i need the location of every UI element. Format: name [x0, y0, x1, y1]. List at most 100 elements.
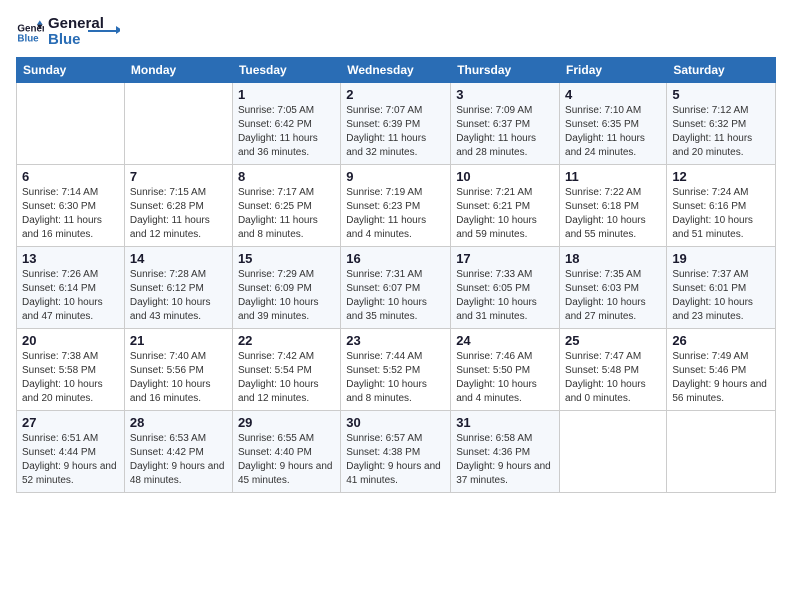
calendar-cell: 28 Sunrise: 6:53 AM Sunset: 4:42 PM Dayli…: [124, 411, 232, 493]
calendar-cell: 2 Sunrise: 7:07 AM Sunset: 6:39 PM Daylig…: [341, 83, 451, 165]
calendar-cell: 18 Sunrise: 7:35 AM Sunset: 6:03 PM Dayli…: [560, 247, 667, 329]
calendar-cell: 8 Sunrise: 7:17 AM Sunset: 6:25 PM Daylig…: [232, 165, 340, 247]
calendar-cell: [124, 83, 232, 165]
svg-text:Blue: Blue: [17, 33, 39, 44]
day-info: Sunrise: 7:40 AM Sunset: 5:56 PM Dayligh…: [130, 350, 227, 406]
day-header-saturday: Saturday: [667, 58, 776, 83]
day-info: Sunrise: 7:05 AM Sunset: 6:42 PM Dayligh…: [238, 104, 335, 160]
day-info: Sunrise: 7:17 AM Sunset: 6:25 PM Dayligh…: [238, 186, 335, 242]
calendar-cell: [17, 83, 125, 165]
calendar-cell: 13 Sunrise: 7:26 AM Sunset: 6:14 PM Dayli…: [17, 247, 125, 329]
calendar-cell: 10Sunrise: 7:21 AM Sunset: 6:21 PM Dayli…: [451, 165, 560, 247]
calendar-cell: 22Sunrise: 7:42 AM Sunset: 5:54 PM Dayli…: [232, 329, 340, 411]
day-number: 11: [565, 169, 661, 184]
calendar-cell: 9Sunrise: 7:19 AM Sunset: 6:23 PM Daylig…: [341, 165, 451, 247]
day-number: 7: [130, 169, 227, 184]
day-header-wednesday: Wednesday: [341, 58, 451, 83]
day-info: Sunrise: 7:33 AM Sunset: 6:05 PM Dayligh…: [456, 268, 554, 324]
calendar-cell: 26 Sunrise: 7:49 AM Sunset: 5:46 PM Dayli…: [667, 329, 776, 411]
day-number: 23: [346, 333, 445, 348]
day-number: 16: [346, 251, 445, 266]
calendar-cell: 25Sunrise: 7:47 AM Sunset: 5:48 PM Dayli…: [560, 329, 667, 411]
header-row: SundayMondayTuesdayWednesdayThursdayFrid…: [17, 58, 776, 83]
day-number: 26: [672, 333, 770, 348]
day-header-thursday: Thursday: [451, 58, 560, 83]
page-container: General Blue General Blue SundayMondayT: [0, 0, 792, 501]
day-info: Sunrise: 7:38 AM Sunset: 5:58 PM Dayligh…: [22, 350, 119, 406]
calendar-cell: 17 Sunrise: 7:33 AM Sunset: 6:05 PM Dayli…: [451, 247, 560, 329]
calendar-cell: 31 Sunrise: 6:58 AM Sunset: 4:36 PM Dayli…: [451, 411, 560, 493]
day-number: 28: [130, 415, 227, 430]
week-row-2: 6Sunrise: 7:14 AM Sunset: 6:30 PM Daylig…: [17, 165, 776, 247]
day-header-tuesday: Tuesday: [232, 58, 340, 83]
day-info: Sunrise: 7:07 AM Sunset: 6:39 PM Dayligh…: [346, 104, 445, 160]
calendar-cell: 11 Sunrise: 7:22 AM Sunset: 6:18 PM Dayli…: [560, 165, 667, 247]
day-number: 18: [565, 251, 661, 266]
day-number: 15: [238, 251, 335, 266]
calendar-cell: 3 Sunrise: 7:09 AM Sunset: 6:37 PM Daylig…: [451, 83, 560, 165]
day-info: Sunrise: 7:10 AM Sunset: 6:35 PM Dayligh…: [565, 104, 661, 160]
day-number: 20: [22, 333, 119, 348]
day-info: Sunrise: 7:29 AM Sunset: 6:09 PM Dayligh…: [238, 268, 335, 324]
day-info: Sunrise: 7:15 AM Sunset: 6:28 PM Dayligh…: [130, 186, 227, 242]
week-row-4: 20 Sunrise: 7:38 AM Sunset: 5:58 PM Dayli…: [17, 329, 776, 411]
calendar-cell: 15 Sunrise: 7:29 AM Sunset: 6:09 PM Dayli…: [232, 247, 340, 329]
day-number: 30: [346, 415, 445, 430]
day-info: Sunrise: 7:14 AM Sunset: 6:30 PM Dayligh…: [22, 186, 119, 242]
calendar-cell: 30 Sunrise: 6:57 AM Sunset: 4:38 PM Dayli…: [341, 411, 451, 493]
day-number: 31: [456, 415, 554, 430]
day-number: 24: [456, 333, 554, 348]
day-info: Sunrise: 7:26 AM Sunset: 6:14 PM Dayligh…: [22, 268, 119, 324]
week-row-3: 13 Sunrise: 7:26 AM Sunset: 6:14 PM Dayli…: [17, 247, 776, 329]
logo-icon: General Blue: [16, 19, 44, 47]
day-number: 19: [672, 251, 770, 266]
day-number: 13: [22, 251, 119, 266]
day-info: Sunrise: 7:24 AM Sunset: 6:16 PM Dayligh…: [672, 186, 770, 242]
calendar-cell: [667, 411, 776, 493]
day-number: 4: [565, 87, 661, 102]
day-header-sunday: Sunday: [17, 58, 125, 83]
day-info: Sunrise: 6:58 AM Sunset: 4:36 PM Dayligh…: [456, 432, 554, 488]
day-info: Sunrise: 6:53 AM Sunset: 4:42 PM Dayligh…: [130, 432, 227, 488]
day-number: 3: [456, 87, 554, 102]
calendar-cell: 4 Sunrise: 7:10 AM Sunset: 6:35 PM Daylig…: [560, 83, 667, 165]
day-info: Sunrise: 7:09 AM Sunset: 6:37 PM Dayligh…: [456, 104, 554, 160]
calendar-cell: 23Sunrise: 7:44 AM Sunset: 5:52 PM Dayli…: [341, 329, 451, 411]
day-number: 29: [238, 415, 335, 430]
day-info: Sunrise: 7:35 AM Sunset: 6:03 PM Dayligh…: [565, 268, 661, 324]
day-info: Sunrise: 7:37 AM Sunset: 6:01 PM Dayligh…: [672, 268, 770, 324]
day-info: Sunrise: 7:49 AM Sunset: 5:46 PM Dayligh…: [672, 350, 770, 406]
day-info: Sunrise: 7:28 AM Sunset: 6:12 PM Dayligh…: [130, 268, 227, 324]
day-info: Sunrise: 7:22 AM Sunset: 6:18 PM Dayligh…: [565, 186, 661, 242]
day-info: Sunrise: 6:57 AM Sunset: 4:38 PM Dayligh…: [346, 432, 445, 488]
day-info: Sunrise: 7:46 AM Sunset: 5:50 PM Dayligh…: [456, 350, 554, 406]
week-row-5: 27 Sunrise: 6:51 AM Sunset: 4:44 PM Dayli…: [17, 411, 776, 493]
day-number: 10: [456, 169, 554, 184]
day-number: 21: [130, 333, 227, 348]
day-number: 27: [22, 415, 119, 430]
day-info: Sunrise: 7:47 AM Sunset: 5:48 PM Dayligh…: [565, 350, 661, 406]
calendar-table: SundayMondayTuesdayWednesdayThursdayFrid…: [16, 57, 776, 493]
calendar-cell: 14Sunrise: 7:28 AM Sunset: 6:12 PM Dayli…: [124, 247, 232, 329]
calendar-cell: 27 Sunrise: 6:51 AM Sunset: 4:44 PM Dayli…: [17, 411, 125, 493]
day-info: Sunrise: 7:31 AM Sunset: 6:07 PM Dayligh…: [346, 268, 445, 324]
calendar-cell: 7 Sunrise: 7:15 AM Sunset: 6:28 PM Daylig…: [124, 165, 232, 247]
day-info: Sunrise: 6:55 AM Sunset: 4:40 PM Dayligh…: [238, 432, 335, 488]
calendar-cell: 5Sunrise: 7:12 AM Sunset: 6:32 PM Daylig…: [667, 83, 776, 165]
calendar-cell: 19 Sunrise: 7:37 AM Sunset: 6:01 PM Dayli…: [667, 247, 776, 329]
calendar-cell: 12Sunrise: 7:24 AM Sunset: 6:16 PM Dayli…: [667, 165, 776, 247]
day-info: Sunrise: 7:42 AM Sunset: 5:54 PM Dayligh…: [238, 350, 335, 406]
svg-text:Blue: Blue: [48, 31, 81, 48]
day-number: 2: [346, 87, 445, 102]
calendar-cell: 21 Sunrise: 7:40 AM Sunset: 5:56 PM Dayli…: [124, 329, 232, 411]
day-number: 17: [456, 251, 554, 266]
day-number: 9: [346, 169, 445, 184]
day-number: 8: [238, 169, 335, 184]
week-row-1: 1Sunrise: 7:05 AM Sunset: 6:42 PM Daylig…: [17, 83, 776, 165]
calendar-cell: 16 Sunrise: 7:31 AM Sunset: 6:07 PM Dayli…: [341, 247, 451, 329]
calendar-cell: 1Sunrise: 7:05 AM Sunset: 6:42 PM Daylig…: [232, 83, 340, 165]
calendar-cell: 29 Sunrise: 6:55 AM Sunset: 4:40 PM Dayli…: [232, 411, 340, 493]
calendar-cell: 20 Sunrise: 7:38 AM Sunset: 5:58 PM Dayli…: [17, 329, 125, 411]
day-info: Sunrise: 6:51 AM Sunset: 4:44 PM Dayligh…: [22, 432, 119, 488]
logo-svg: General Blue: [48, 12, 120, 48]
